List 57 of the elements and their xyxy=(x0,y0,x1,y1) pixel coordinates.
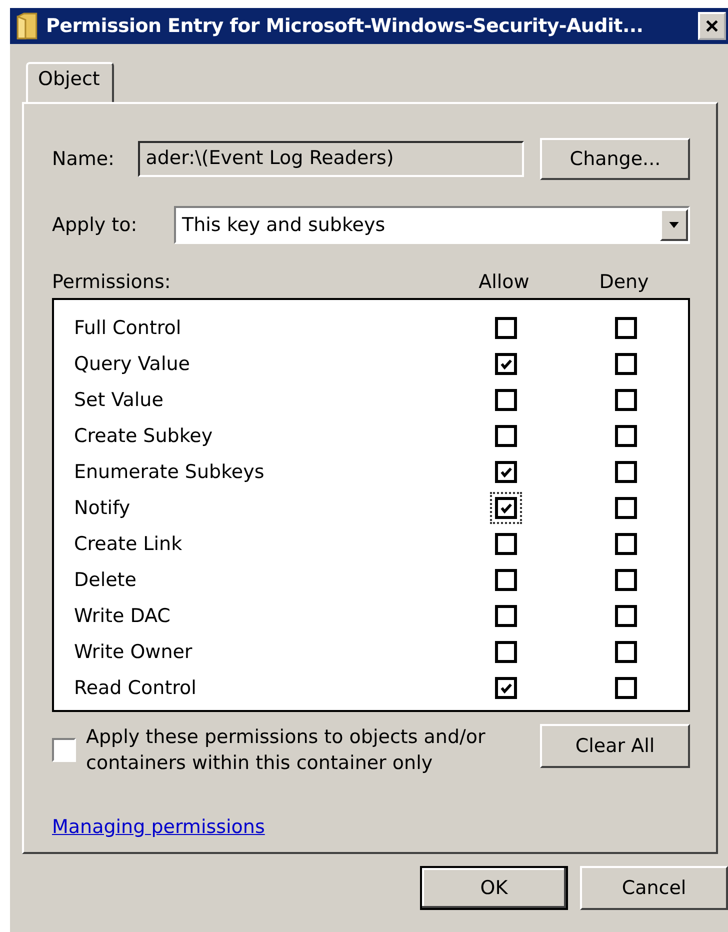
checkbox[interactable] xyxy=(495,425,517,447)
checkbox[interactable] xyxy=(615,497,637,519)
checkmark-icon xyxy=(499,501,513,515)
checkbox[interactable] xyxy=(495,569,517,591)
field-label: Apply to: xyxy=(52,214,138,236)
checkmark-icon xyxy=(499,681,513,695)
folder-icon xyxy=(16,12,38,40)
checkbox[interactable] xyxy=(615,317,637,339)
checkbox[interactable] xyxy=(615,677,637,699)
clear-all-button[interactable]: Clear All xyxy=(540,724,690,768)
permission-name: Write DAC xyxy=(74,605,172,627)
checkmark-icon xyxy=(499,357,513,371)
checkbox[interactable] xyxy=(495,677,517,699)
dialog-button[interactable]: OK xyxy=(420,866,568,910)
checkbox[interactable] xyxy=(495,533,517,555)
checkbox[interactable] xyxy=(615,425,637,447)
checkbox[interactable] xyxy=(495,641,517,663)
checkbox[interactable] xyxy=(615,353,637,375)
checkbox[interactable] xyxy=(615,461,637,483)
permission-name: Read Control xyxy=(74,677,198,699)
permission-name: Enumerate Subkeys xyxy=(74,461,266,483)
apply-to-dropdown[interactable]: This key and subkeys xyxy=(174,206,690,244)
column-header: Deny xyxy=(598,271,650,293)
checkbox[interactable] xyxy=(52,738,76,762)
permission-name: Delete xyxy=(74,569,138,591)
checkbox-label: Apply these permissions to objects and/or containers within this container only xyxy=(86,725,486,776)
checkbox[interactable] xyxy=(615,641,637,663)
checkbox[interactable] xyxy=(615,569,637,591)
dropdown-value: This key and subkeys xyxy=(182,214,386,236)
checkbox[interactable] xyxy=(615,389,637,411)
close-icon xyxy=(705,19,719,33)
close-button[interactable] xyxy=(698,12,726,40)
checkbox[interactable] xyxy=(495,353,517,375)
permission-name: Write Owner xyxy=(74,641,194,663)
checkbox[interactable] xyxy=(615,605,637,627)
permission-name: Set Value xyxy=(74,389,164,411)
checkbox[interactable] xyxy=(495,605,517,627)
field-label: Name: xyxy=(52,148,116,170)
column-header: Allow xyxy=(478,271,530,293)
permission-name: Create Subkey xyxy=(74,425,214,447)
dialog-button[interactable]: Cancel xyxy=(580,866,728,910)
window-title: Permission Entry for Microsoft-Windows-Security-Audit... xyxy=(46,15,644,37)
change-button[interactable]: Change... xyxy=(540,138,690,180)
tab[interactable]: Object xyxy=(26,62,114,102)
caret-icon xyxy=(668,221,680,229)
checkbox[interactable] xyxy=(495,317,517,339)
permission-name: Query Value xyxy=(74,353,191,375)
permissions-label: Permissions: xyxy=(52,271,172,293)
checkbox[interactable] xyxy=(615,533,637,555)
checkmark-icon xyxy=(499,465,513,479)
checkbox[interactable] xyxy=(495,389,517,411)
permission-name: Create Link xyxy=(74,533,184,555)
dropdown-button[interactable] xyxy=(660,209,688,241)
permission-name: Notify xyxy=(74,497,132,519)
checkbox[interactable] xyxy=(495,461,517,483)
permission-name: Full Control xyxy=(74,317,182,339)
help-link[interactable]: Managing permissions xyxy=(52,816,265,838)
